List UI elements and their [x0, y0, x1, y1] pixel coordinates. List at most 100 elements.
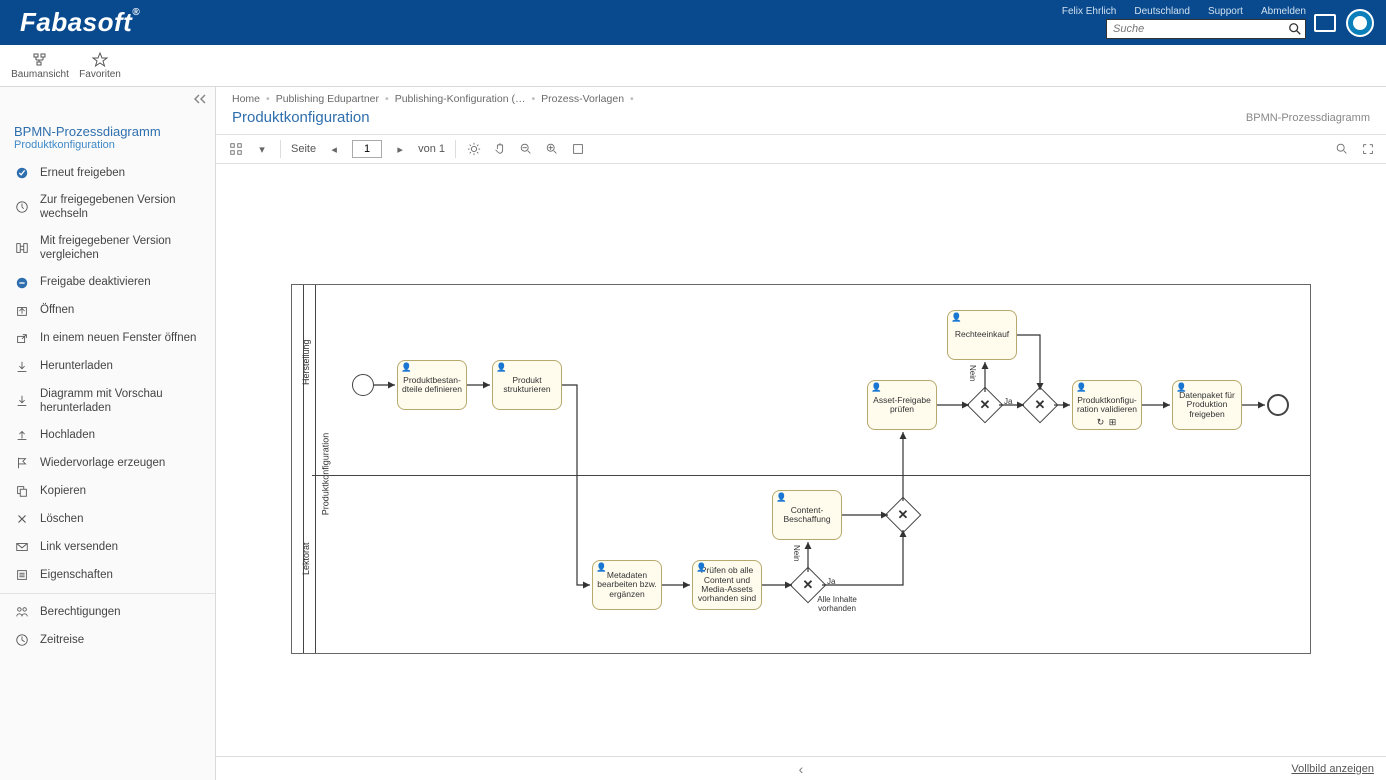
region-link[interactable]: Deutschland	[1134, 6, 1190, 17]
crumb-2[interactable]: Publishing-Konfiguration (…	[395, 93, 526, 105]
task-asset-release-check: 👤Asset-Freigabe prüfen	[867, 380, 937, 430]
label-nein-1: Nein	[792, 545, 801, 561]
crumb-1[interactable]: Publishing Edupartner	[276, 93, 379, 105]
sub-toolbar: Baumansicht Favoriten	[0, 45, 1386, 87]
gear-icon[interactable]	[466, 141, 482, 157]
action-permissions[interactable]: Berechtigungen	[0, 598, 215, 626]
action-download-preview[interactable]: Diagramm mit Vorschau herunterladen	[0, 381, 215, 422]
task-release-datapackage: 👤Datenpaket für Produktion freigeben	[1172, 380, 1242, 430]
check-icon	[14, 165, 30, 181]
lane-bot-label: Lektorat	[301, 542, 311, 575]
page-input[interactable]	[352, 140, 382, 158]
sidebar-header: BPMN-Prozessdiagramm Produktkonfiguratio…	[0, 114, 215, 159]
label-ja-1: Ja	[827, 577, 835, 586]
action-timetravel[interactable]: Zeitreise	[0, 626, 215, 654]
next-page-icon[interactable]: ▸	[392, 141, 408, 157]
task-define-parts: 👤Produktbestan­dteile definieren	[397, 360, 467, 410]
viewer-toolbar: ▾ Seite ◂ ▸ von 1	[216, 134, 1386, 164]
breadcrumb: Home• Publishing Edupartner• Publishing-…	[216, 87, 1386, 107]
top-links: Felix Ehrlich Deutschland Support Abmeld…	[1062, 6, 1306, 17]
search-input[interactable]	[1107, 23, 1285, 35]
treeview-button[interactable]: Baumansicht	[10, 52, 70, 80]
bpmn-diagram: Produktkonfiguration Herstellung Lektora…	[291, 284, 1311, 654]
favorites-button[interactable]: Favoriten	[70, 52, 130, 80]
users-icon	[14, 604, 30, 620]
task-validate-config: 👤Produktkonfigu­ration validieren↻ ⊞	[1072, 380, 1142, 430]
copy-icon	[14, 483, 30, 499]
action-release-again[interactable]: Erneut freigeben	[0, 159, 215, 187]
support-link[interactable]: Support	[1208, 6, 1243, 17]
top-icons	[1314, 9, 1374, 37]
flag-icon	[14, 455, 30, 471]
label-ja-2: Ja	[1004, 397, 1012, 406]
action-send-link[interactable]: Link versenden	[0, 533, 215, 561]
prev-page-icon[interactable]: ◂	[326, 141, 342, 157]
action-compare-version[interactable]: Mit freigegebener Version vergleichen	[0, 228, 215, 269]
action-deactivate-release[interactable]: Freigabe deaktivieren	[0, 269, 215, 297]
task-check-assets: 👤Prüfen ob alle Content und Media-Assets…	[692, 560, 762, 610]
download-icon	[14, 393, 30, 409]
crumb-home[interactable]: Home	[232, 93, 260, 105]
logout-link[interactable]: Abmelden	[1261, 6, 1306, 17]
open-icon	[14, 303, 30, 319]
action-open-new-window[interactable]: In einem neuen Fenster öffnen	[0, 325, 215, 353]
action-upload[interactable]: Hochladen	[0, 421, 215, 449]
delete-icon	[14, 511, 30, 527]
view-label: BPMN-Prozessdiagramm	[1246, 112, 1370, 124]
lane-top-label: Herstellung	[301, 339, 311, 385]
clock-icon	[14, 199, 30, 215]
action-open[interactable]: Öffnen	[0, 297, 215, 325]
fullscreen-link[interactable]: Vollbild anzeigen	[1291, 763, 1374, 775]
start-event	[352, 374, 374, 396]
crop-icon[interactable]	[570, 141, 586, 157]
task-content-acquisition: 👤Content-Beschaffung	[772, 490, 842, 540]
action-download[interactable]: Herunterladen	[0, 353, 215, 381]
action-resubmission[interactable]: Wiedervorlage erzeugen	[0, 449, 215, 477]
page-title: Produktkonfiguration	[232, 109, 370, 126]
end-event	[1267, 394, 1289, 416]
action-copy[interactable]: Kopieren	[0, 477, 215, 505]
task-edit-metadata: 👤Metadaten bearbeiten bzw. ergänzen	[592, 560, 662, 610]
label-all-content: Alle Inhalte vorhanden	[812, 595, 862, 613]
zoom-out-icon[interactable]	[518, 141, 534, 157]
page-total: von 1	[418, 143, 445, 155]
deactivate-icon	[14, 275, 30, 291]
diagram-canvas[interactable]: Produktkonfiguration Herstellung Lektora…	[216, 164, 1386, 780]
crumb-3[interactable]: Prozess-Vorlagen	[541, 93, 624, 105]
user-link[interactable]: Felix Ehrlich	[1062, 6, 1116, 17]
page-label: Seite	[291, 143, 316, 155]
thumbnails-icon[interactable]	[228, 141, 244, 157]
brand-logo: Fabasoft®	[20, 7, 140, 38]
pool-label: Produktkonfiguration	[320, 433, 330, 516]
task-structure-product: 👤Produkt strukturieren	[492, 360, 562, 410]
gateway-top-1: ✕	[967, 387, 1004, 424]
gateway-top-2: ✕	[1022, 387, 1059, 424]
dropdown-icon[interactable]: ▾	[254, 141, 270, 157]
collapse-icon[interactable]	[193, 93, 207, 108]
new-window-icon	[14, 331, 30, 347]
sidebar-subtitle: Produktkonfiguration	[14, 139, 201, 151]
mail-icon	[14, 539, 30, 555]
zoom-in-icon[interactable]	[544, 141, 560, 157]
action-properties[interactable]: Eigenschaften	[0, 561, 215, 589]
expand-icon[interactable]	[1360, 141, 1376, 157]
timetravel-icon	[14, 632, 30, 648]
sidebar-title: BPMN-Prozessdiagramm	[14, 124, 201, 139]
window-icon[interactable]	[1314, 14, 1336, 32]
topbar: Fabasoft® Felix Ehrlich Deutschland Supp…	[0, 0, 1386, 45]
action-switch-version[interactable]: Zur freigegebenen Version wechseln	[0, 187, 215, 228]
hand-icon[interactable]	[492, 141, 508, 157]
search-box[interactable]	[1106, 19, 1306, 39]
chevron-left-icon[interactable]: ‹	[799, 761, 804, 777]
sidebar-actions: Erneut freigeben Zur freigegebenen Versi…	[0, 159, 215, 589]
properties-icon	[14, 567, 30, 583]
upload-icon	[14, 427, 30, 443]
label-nein-2: Nein	[968, 365, 977, 381]
sidebar: BPMN-Prozessdiagramm Produktkonfiguratio…	[0, 87, 216, 780]
search-icon[interactable]	[1285, 22, 1305, 36]
gateway-bot-2: ✕	[885, 497, 922, 534]
avatar[interactable]	[1346, 9, 1374, 37]
action-delete[interactable]: Löschen	[0, 505, 215, 533]
search-in-doc-icon[interactable]	[1334, 141, 1350, 157]
task-rights-purchase: 👤Rechteeinkauf	[947, 310, 1017, 360]
